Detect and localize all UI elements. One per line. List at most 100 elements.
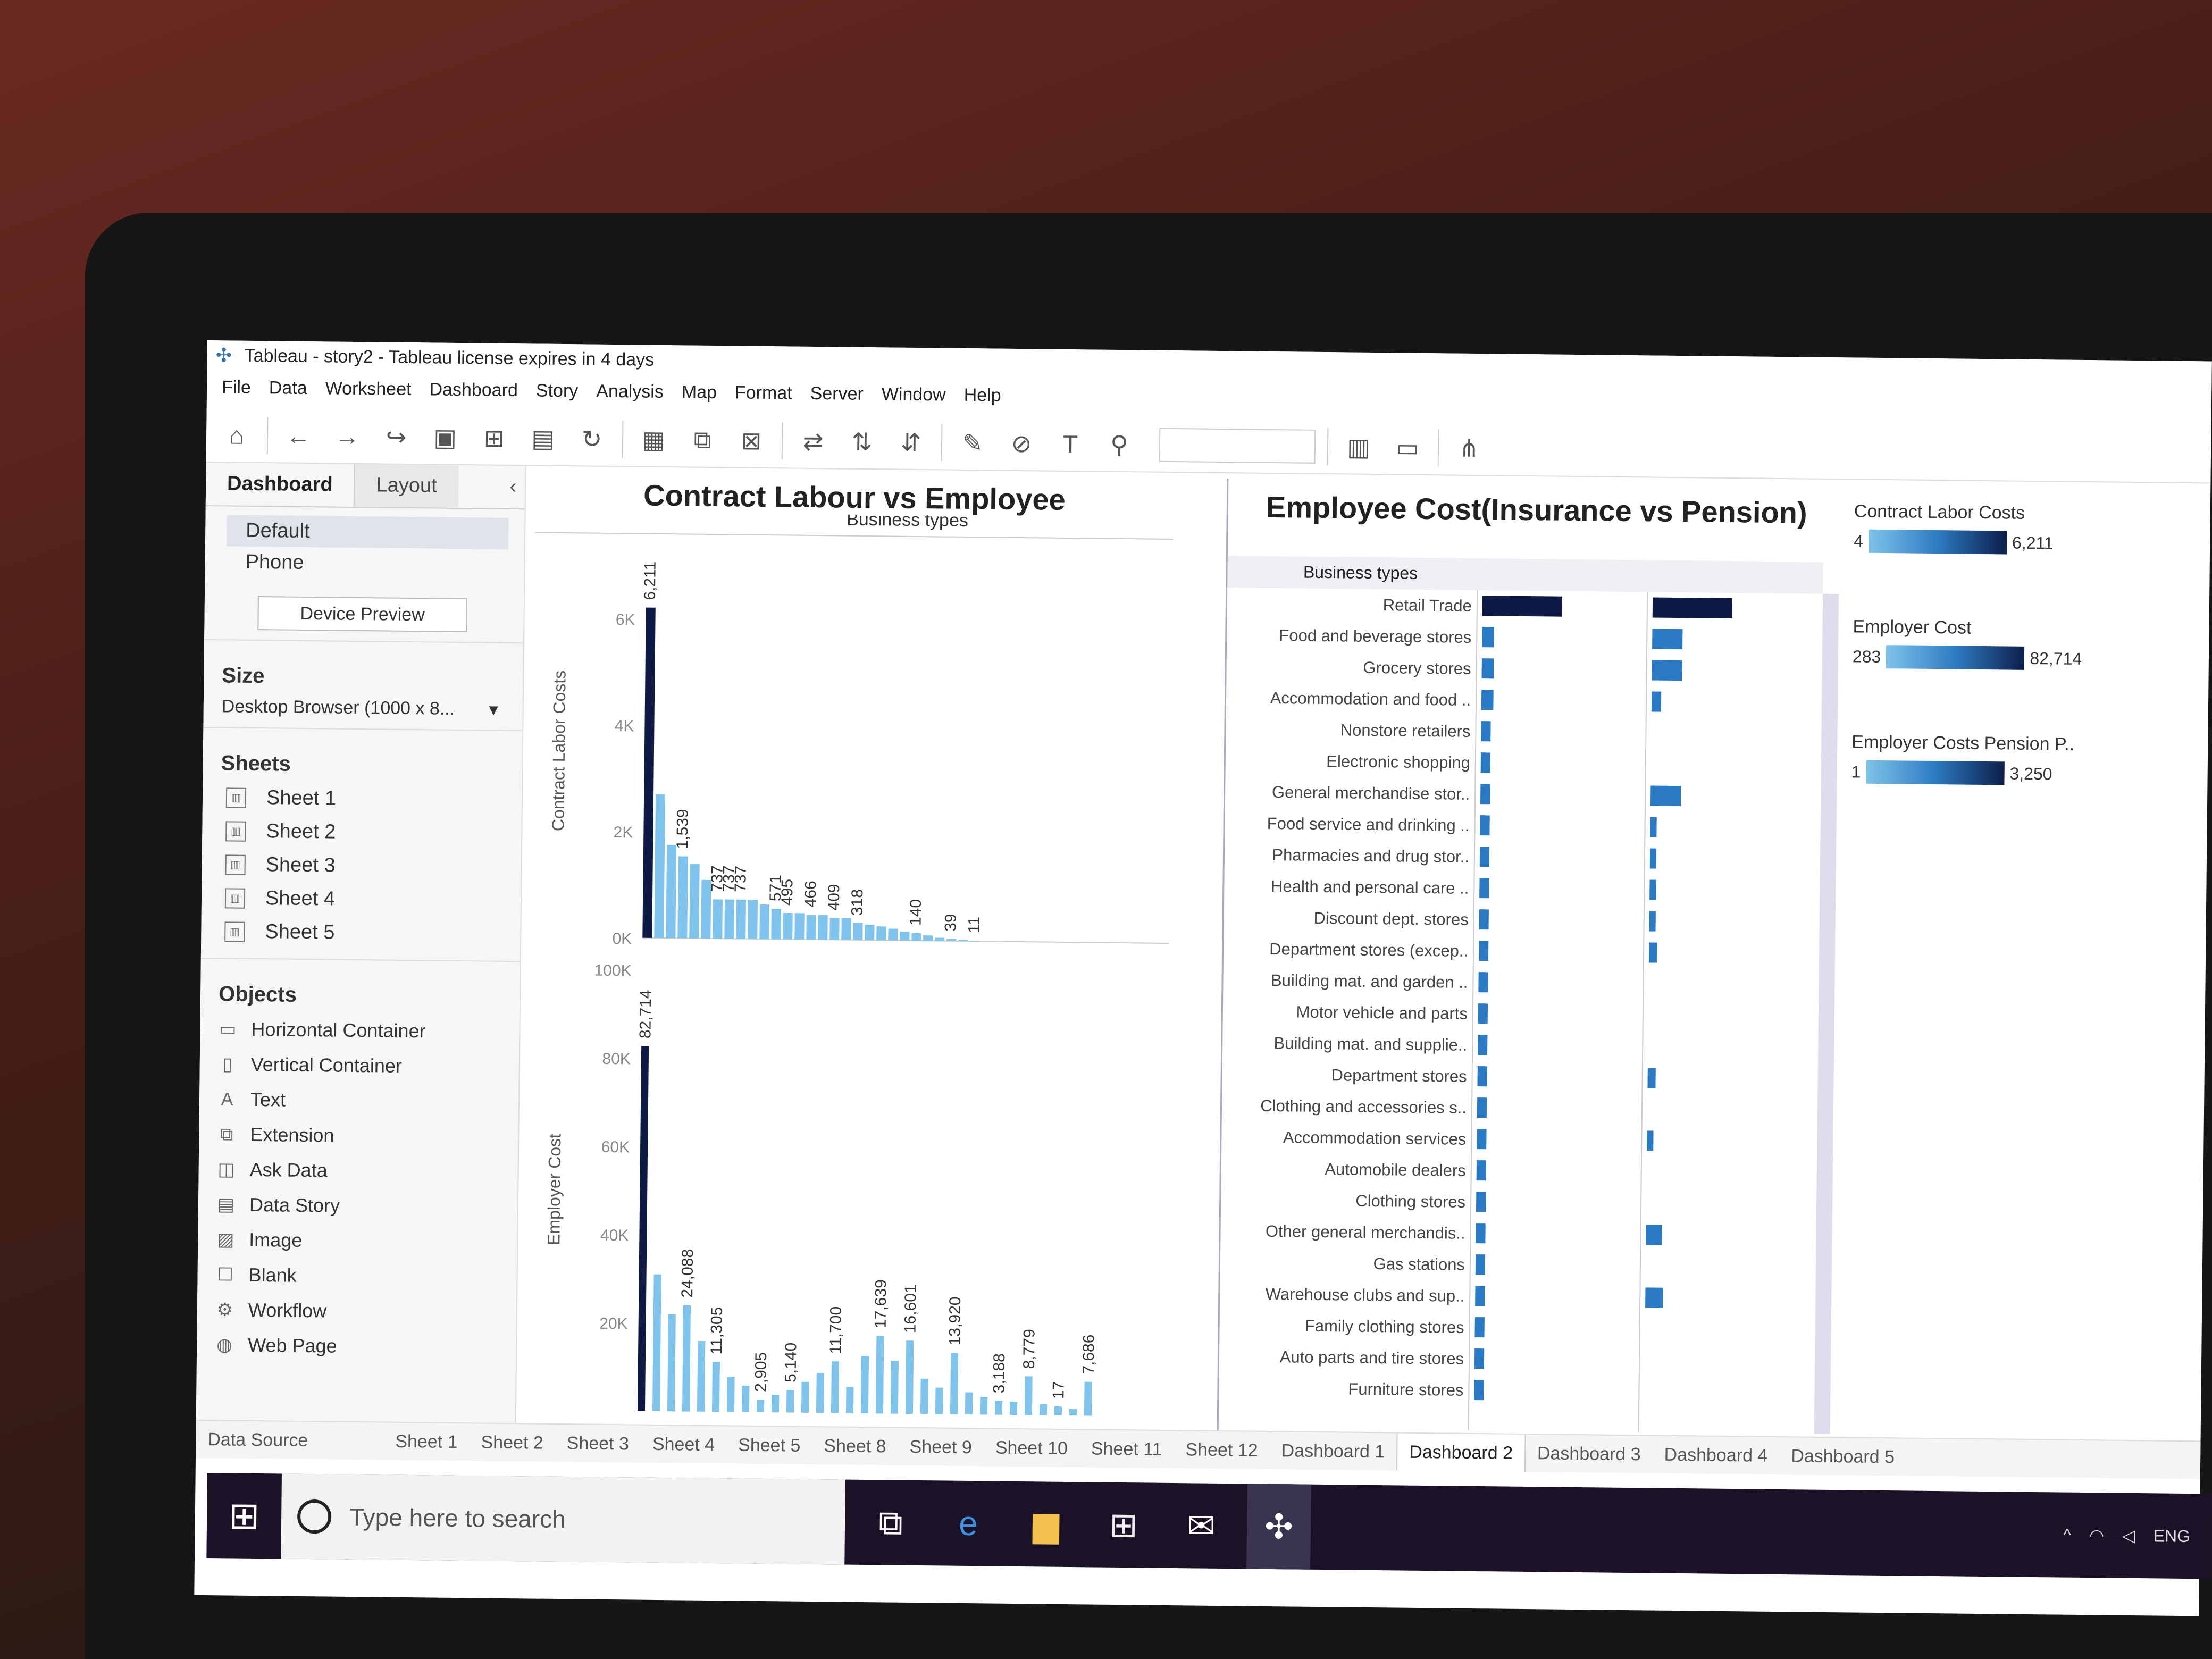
device-phone[interactable]: Phone bbox=[226, 546, 508, 581]
tab-sheet[interactable]: Sheet 12 bbox=[1174, 1439, 1270, 1461]
bar bbox=[724, 899, 735, 939]
sheet-icon: ▥ bbox=[225, 854, 246, 875]
data-label: 8,779 bbox=[1020, 1329, 1038, 1369]
clear-sheet-icon[interactable]: ⊠ bbox=[733, 422, 770, 459]
sort-descending-icon[interactable]: ⇵ bbox=[892, 424, 930, 462]
tab-sheet[interactable]: Sheet 5 bbox=[726, 1435, 812, 1456]
file-explorer-icon[interactable]: ▆ bbox=[1013, 1481, 1078, 1567]
device-default[interactable]: Default bbox=[226, 515, 509, 549]
object-extension[interactable]: ⧉ Extension bbox=[199, 1117, 518, 1155]
menu-file[interactable]: File bbox=[222, 377, 251, 398]
wifi-icon[interactable]: ◠ bbox=[2089, 1525, 2104, 1545]
share-icon[interactable]: ⋔ bbox=[1451, 429, 1488, 467]
fit-dropdown[interactable] bbox=[1159, 428, 1316, 464]
edge-browser-icon[interactable]: e bbox=[936, 1480, 1001, 1566]
tab-sheet[interactable]: Sheet 2 bbox=[469, 1432, 555, 1454]
collapse-pane-icon[interactable]: ‹ bbox=[501, 466, 525, 508]
y-tick-label: 4K bbox=[615, 717, 634, 735]
menu-worksheet[interactable]: Worksheet bbox=[325, 378, 411, 400]
insurance-bar bbox=[1478, 1035, 1488, 1055]
object-ask-data[interactable]: ◫ Ask Data bbox=[198, 1152, 518, 1190]
objects-section-title: Objects bbox=[218, 982, 297, 1007]
category-label: Family clothing stores bbox=[1305, 1317, 1464, 1337]
tab-sheet[interactable]: Sheet 11 bbox=[1079, 1438, 1174, 1460]
object-horizontal-container[interactable]: ▭ Horizontal Container bbox=[200, 1011, 520, 1050]
task-view-icon[interactable]: ⧉ bbox=[858, 1480, 923, 1565]
object-label: Image bbox=[249, 1228, 303, 1251]
tab-sheet[interactable]: Sheet 3 bbox=[555, 1432, 641, 1454]
refresh-icon[interactable]: ↻ bbox=[573, 420, 611, 458]
tab-sheet[interactable]: Sheet 10 bbox=[984, 1437, 1080, 1459]
tab-dashboard[interactable]: Dashboard 5 bbox=[1779, 1446, 1906, 1468]
object-data-story[interactable]: ▤ Data Story bbox=[198, 1187, 518, 1225]
sort-ascending-icon[interactable]: ⇅ bbox=[843, 423, 881, 461]
tab-sheet[interactable]: Sheet 4 bbox=[641, 1434, 727, 1455]
forward-icon[interactable]: → bbox=[329, 417, 366, 455]
store-icon[interactable]: ⊞ bbox=[1091, 1482, 1156, 1568]
group-icon[interactable]: ⊘ bbox=[1003, 425, 1041, 463]
menu-dashboard[interactable]: Dashboard bbox=[429, 379, 518, 401]
sheet-item[interactable]: ▥ Sheet 3 bbox=[202, 848, 521, 884]
object-workflow[interactable]: ⚙ Workflow bbox=[197, 1292, 517, 1330]
insurance-bar bbox=[1481, 690, 1494, 710]
show-cards-icon[interactable]: ▥ bbox=[1340, 428, 1378, 466]
object-web-page[interactable]: ◍ Web Page bbox=[197, 1327, 516, 1365]
tableau-taskbar-icon[interactable]: ✣ bbox=[1246, 1484, 1311, 1570]
mail-icon[interactable]: ✉ bbox=[1169, 1483, 1234, 1569]
object-vertical-container[interactable]: ▯ Vertical Container bbox=[199, 1046, 519, 1085]
menu-story[interactable]: Story bbox=[536, 380, 579, 401]
sheet-item[interactable]: ▥ Sheet 4 bbox=[202, 881, 521, 918]
y-tick-label: 20K bbox=[599, 1315, 628, 1333]
volume-icon[interactable]: ◁ bbox=[2122, 1526, 2135, 1546]
menu-window[interactable]: Window bbox=[882, 384, 946, 405]
bar bbox=[958, 940, 968, 942]
pause-updates-icon[interactable]: ▤ bbox=[524, 420, 562, 457]
object-image[interactable]: ▨ Image bbox=[198, 1222, 517, 1260]
label-icon[interactable]: T bbox=[1052, 425, 1090, 463]
sheet-label: Sheet 2 bbox=[266, 820, 336, 843]
bar bbox=[771, 1395, 780, 1413]
object-text[interactable]: A Text bbox=[199, 1082, 519, 1120]
menu-help[interactable]: Help bbox=[964, 384, 1001, 406]
swap-axes-icon[interactable]: ⇄ bbox=[794, 423, 832, 460]
tab-dashboard[interactable]: Dashboard bbox=[205, 462, 355, 507]
save-icon[interactable]: ▣ bbox=[426, 418, 464, 456]
tab-dashboard[interactable]: Dashboard 4 bbox=[1652, 1444, 1779, 1466]
highlight-icon[interactable]: ✎ bbox=[954, 424, 992, 462]
object-blank[interactable]: ☐ Blank bbox=[197, 1257, 517, 1295]
sheet-item[interactable]: ▥ Sheet 1 bbox=[203, 781, 522, 817]
new-worksheet-icon[interactable]: ▦ bbox=[635, 421, 673, 458]
tab-sheet[interactable]: Sheet 1 bbox=[383, 1431, 470, 1453]
duplicate-sheet-icon[interactable]: ⧉ bbox=[684, 421, 722, 459]
tab-sheet[interactable]: Sheet 8 bbox=[812, 1436, 898, 1457]
sheet-item[interactable]: ▥ Sheet 5 bbox=[201, 915, 521, 951]
presentation-icon[interactable]: ▭ bbox=[1389, 429, 1427, 466]
menu-map[interactable]: Map bbox=[682, 382, 717, 403]
bar bbox=[860, 1356, 869, 1414]
redo-icon[interactable]: ↪ bbox=[378, 418, 415, 456]
category-label: Electronic shopping bbox=[1326, 752, 1470, 772]
extension-icon: ⧉ bbox=[220, 1124, 233, 1145]
windows-start-icon[interactable]: ⊞ bbox=[206, 1473, 282, 1559]
device-preview-button[interactable]: Device Preview bbox=[257, 596, 467, 633]
menu-format[interactable]: Format bbox=[735, 382, 792, 404]
tab-dashboard[interactable]: Dashboard 3 bbox=[1526, 1443, 1653, 1465]
menu-server[interactable]: Server bbox=[810, 383, 864, 404]
tab-layout[interactable]: Layout bbox=[354, 464, 459, 508]
menu-data[interactable]: Data bbox=[269, 378, 307, 399]
sheet-item[interactable]: ▥ Sheet 2 bbox=[202, 814, 522, 851]
sheet-icon: ▥ bbox=[225, 820, 246, 842]
tab-dashboard[interactable]: Dashboard 1 bbox=[1269, 1440, 1396, 1462]
tab-sheet[interactable]: Sheet 9 bbox=[898, 1436, 984, 1458]
chevron-up-icon[interactable]: ^ bbox=[2063, 1525, 2071, 1545]
taskbar-search[interactable]: Type here to search bbox=[281, 1473, 845, 1565]
tab-dashboard-active[interactable]: Dashboard 2 bbox=[1396, 1433, 1526, 1472]
new-datasource-icon[interactable]: ⊞ bbox=[475, 419, 513, 457]
size-dropdown[interactable]: Desktop Browser (1000 x 8... ▾ bbox=[222, 696, 498, 720]
menu-analysis[interactable]: Analysis bbox=[596, 381, 664, 402]
tab-data-source[interactable]: Data Source bbox=[196, 1429, 320, 1451]
home-icon[interactable]: ⌂ bbox=[218, 416, 256, 454]
pin-icon[interactable]: ⚲ bbox=[1101, 426, 1138, 464]
back-icon[interactable]: ← bbox=[280, 417, 317, 455]
language-indicator[interactable]: ENG bbox=[2153, 1526, 2190, 1546]
